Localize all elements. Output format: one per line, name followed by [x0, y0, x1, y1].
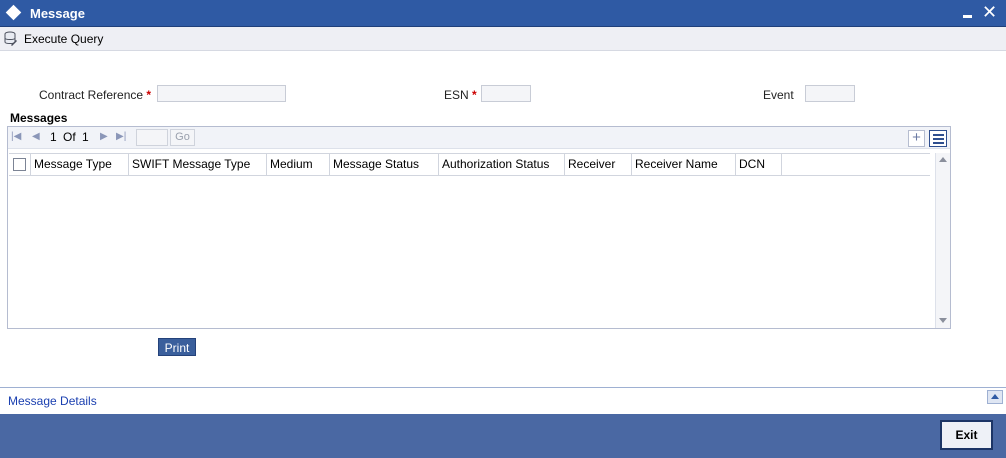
vertical-scrollbar[interactable]: [935, 153, 950, 328]
column-authorization-status[interactable]: Authorization Status: [439, 154, 565, 175]
message-details-link[interactable]: Message Details: [8, 394, 97, 408]
previous-page-icon[interactable]: ◀: [32, 131, 40, 143]
collapse-up-icon[interactable]: [987, 390, 1003, 404]
column-message-type[interactable]: Message Type: [31, 154, 129, 175]
column-dcn[interactable]: DCN: [736, 154, 782, 175]
event-input[interactable]: [805, 85, 855, 102]
required-marker: *: [472, 88, 477, 102]
exit-button[interactable]: Exit: [940, 420, 993, 450]
app-diamond-icon: [5, 4, 22, 21]
required-marker: *: [146, 88, 152, 102]
grid-view-icon[interactable]: [929, 130, 947, 147]
close-icon[interactable]: ✕: [982, 1, 997, 23]
scroll-down-icon[interactable]: [939, 318, 947, 323]
title-bar: Message ✕: [0, 0, 1006, 27]
window-title: Message: [30, 6, 85, 21]
table-header: Message Type SWIFT Message Type Medium M…: [9, 153, 930, 176]
pager: |◀ ◀ 1 Of 1 ▶ ▶| Go +: [8, 127, 950, 149]
go-button[interactable]: Go: [170, 129, 195, 146]
last-page-icon[interactable]: ▶|: [116, 131, 126, 143]
messages-section-title: Messages: [10, 111, 68, 125]
details-bar: Message Details: [0, 387, 1006, 414]
column-receiver-name[interactable]: Receiver Name: [632, 154, 736, 175]
select-all-cell: [9, 154, 31, 175]
esn-input[interactable]: [481, 85, 531, 102]
add-row-button[interactable]: +: [908, 130, 925, 147]
first-page-icon[interactable]: |◀: [11, 131, 21, 143]
print-button[interactable]: Print: [158, 338, 196, 356]
column-medium[interactable]: Medium: [267, 154, 330, 175]
total-pages: 1: [82, 130, 89, 144]
messages-grid: |◀ ◀ 1 Of 1 ▶ ▶| Go + Message Type SWIFT…: [7, 126, 951, 329]
execute-query-button[interactable]: Execute Query: [24, 32, 103, 46]
column-receiver[interactable]: Receiver: [565, 154, 632, 175]
execute-query-icon[interactable]: [4, 31, 18, 47]
current-page: 1: [50, 130, 57, 144]
contract-reference-input[interactable]: [157, 85, 286, 102]
column-swift-message-type[interactable]: SWIFT Message Type: [129, 154, 267, 175]
page-number-input[interactable]: [136, 129, 168, 146]
contract-reference-label: Contract Reference *: [39, 88, 152, 102]
minimize-icon[interactable]: [961, 6, 975, 20]
select-all-checkbox[interactable]: [13, 158, 26, 171]
page-of-label: Of: [63, 130, 76, 144]
column-message-status[interactable]: Message Status: [330, 154, 439, 175]
esn-label: ESN *: [444, 88, 477, 102]
scroll-up-icon[interactable]: [939, 157, 947, 162]
next-page-icon[interactable]: ▶: [100, 131, 108, 143]
event-label: Event: [763, 88, 794, 102]
footer: Exit: [0, 414, 1006, 458]
toolbar: Execute Query: [0, 27, 1006, 51]
